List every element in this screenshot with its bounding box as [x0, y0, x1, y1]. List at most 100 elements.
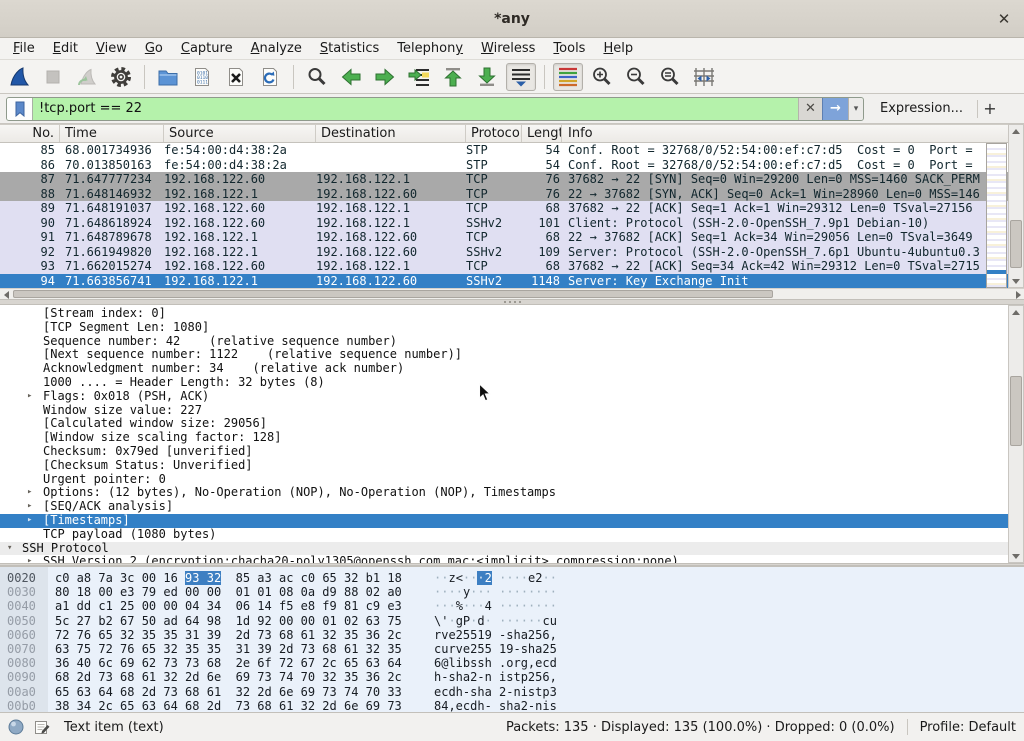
go-first-packet-button[interactable] — [438, 63, 468, 91]
scroll-left-icon[interactable] — [0, 289, 12, 299]
restart-capture-button[interactable] — [72, 63, 102, 91]
scroll-up-icon[interactable] — [1009, 306, 1023, 318]
packet-list-minimap[interactable] — [986, 143, 1007, 288]
zoom-out-button[interactable] — [621, 63, 651, 91]
detail-line[interactable]: 1000 .... = Header Length: 32 bytes (8) — [0, 376, 1024, 390]
column-header-source[interactable]: Source — [164, 125, 316, 142]
packet-row-91[interactable]: 9171.648789678192.168.122.1192.168.122.6… — [0, 230, 1024, 245]
detail-line[interactable]: [Window size scaling factor: 128] — [0, 431, 1024, 445]
hex-row-0030[interactable]: 003080 18 00 e3 79 ed 00 00 01 01 08 0a … — [0, 585, 1024, 599]
capture-file-properties-icon[interactable] — [8, 719, 24, 735]
hex-row-0040[interactable]: 0040a1 dd c1 25 00 00 04 34 06 14 f5 e8 … — [0, 599, 1024, 613]
hex-row-0070[interactable]: 007063 75 72 76 65 32 35 35 31 39 2d 73 … — [0, 642, 1024, 656]
detail-line[interactable]: [Stream index: 0] — [0, 307, 1024, 321]
detail-line[interactable]: ▸[Timestamps] — [0, 514, 1024, 528]
go-to-packet-button[interactable] — [404, 63, 434, 91]
colorize-button[interactable] — [553, 63, 583, 91]
detail-line[interactable]: ▾SSH Protocol — [0, 542, 1024, 556]
menu-statistics[interactable]: Statistics — [311, 39, 388, 58]
display-filter-input[interactable] — [33, 98, 798, 120]
column-header-length[interactable]: Length — [522, 125, 562, 142]
filter-bookmark-button[interactable] — [7, 98, 33, 120]
save-file-button[interactable]: 010101100111 — [187, 63, 217, 91]
packet-row-93[interactable]: 9371.662015274192.168.122.60192.168.122.… — [0, 259, 1024, 274]
menu-analyze[interactable]: Analyze — [242, 39, 311, 58]
collapsed-arrow-icon[interactable]: ▸ — [27, 555, 32, 563]
stop-capture-button[interactable] — [38, 63, 68, 91]
detail-line[interactable]: [Next sequence number: 1122 (relative se… — [0, 348, 1024, 362]
profile-status[interactable]: Profile: Default — [920, 720, 1016, 735]
filter-apply-button[interactable]: → — [822, 98, 848, 120]
detail-line[interactable]: ▸Options: (12 bytes), No-Operation (NOP)… — [0, 486, 1024, 500]
collapsed-arrow-icon[interactable]: ▸ — [27, 486, 32, 500]
scroll-up-icon[interactable] — [1009, 125, 1023, 137]
menu-tools[interactable]: Tools — [544, 39, 594, 58]
capture-comment-icon[interactable] — [34, 719, 50, 735]
collapsed-arrow-icon[interactable]: ▸ — [27, 514, 32, 528]
menu-file[interactable]: File — [4, 39, 44, 58]
start-capture-button[interactable] — [4, 63, 34, 91]
auto-scroll-button[interactable] — [506, 63, 536, 91]
capture-options-button[interactable] — [106, 63, 136, 91]
detail-line[interactable]: ▸SSH Version 2 (encryption:chacha20-poly… — [0, 555, 1024, 563]
detail-line[interactable]: ▸[SEQ/ACK analysis] — [0, 500, 1024, 514]
packet-row-86[interactable]: 8670.013850163fe:54:00:d4:38:2aSTP54Conf… — [0, 158, 1024, 173]
menu-view[interactable]: View — [87, 39, 136, 58]
zoom-in-button[interactable] — [587, 63, 617, 91]
column-header-no[interactable]: No. — [0, 125, 60, 142]
hex-row-00b0[interactable]: 00b038 34 2c 65 63 64 68 2d 73 68 61 32 … — [0, 699, 1024, 712]
go-forward-button[interactable] — [370, 63, 400, 91]
scroll-down-icon[interactable] — [1009, 275, 1023, 287]
hex-row-0060[interactable]: 006072 76 65 32 35 35 31 39 2d 73 68 61 … — [0, 628, 1024, 642]
detail-line[interactable]: TCP payload (1080 bytes) — [0, 528, 1024, 542]
detail-line[interactable]: [Checksum Status: Unverified] — [0, 459, 1024, 473]
column-header-protocol[interactable]: Protocol — [466, 125, 522, 142]
zoom-100-button[interactable] — [655, 63, 685, 91]
detail-line[interactable]: ▸Flags: 0x018 (PSH, ACK) — [0, 390, 1024, 404]
scrollbar-thumb[interactable] — [13, 290, 773, 298]
collapsed-arrow-icon[interactable]: ▸ — [27, 390, 32, 404]
go-last-packet-button[interactable] — [472, 63, 502, 91]
packet-row-88[interactable]: 8871.648146932192.168.122.1192.168.122.6… — [0, 187, 1024, 202]
scrollbar-thumb[interactable] — [1010, 220, 1022, 268]
packet-row-87[interactable]: 8771.647777234192.168.122.60192.168.122.… — [0, 172, 1024, 187]
close-window-button[interactable]: ✕ — [994, 9, 1014, 29]
expression-button[interactable]: Expression... — [880, 101, 963, 116]
packet-list-vertical-scrollbar[interactable] — [1008, 124, 1024, 288]
packet-list-horizontal-scrollbar[interactable] — [0, 288, 1024, 299]
filter-clear-button[interactable]: ✕ — [798, 98, 822, 120]
detail-line[interactable]: Checksum: 0x79ed [unverified] — [0, 445, 1024, 459]
packet-row-90[interactable]: 9071.648618924192.168.122.60192.168.122.… — [0, 216, 1024, 231]
detail-line[interactable]: Urgent pointer: 0 — [0, 473, 1024, 487]
hex-row-0080[interactable]: 008036 40 6c 69 62 73 73 68 2e 6f 72 67 … — [0, 656, 1024, 670]
filter-dropdown-button[interactable]: ▾ — [848, 98, 863, 120]
go-back-button[interactable] — [336, 63, 366, 91]
column-header-time[interactable]: Time — [60, 125, 164, 142]
menu-wireless[interactable]: Wireless — [472, 39, 544, 58]
resize-columns-button[interactable] — [689, 63, 719, 91]
column-header-info[interactable]: Info — [562, 125, 1024, 142]
menu-help[interactable]: Help — [594, 39, 642, 58]
open-file-button[interactable] — [153, 63, 183, 91]
details-vertical-scrollbar[interactable] — [1008, 305, 1024, 563]
hex-row-0050[interactable]: 00505c 27 b2 67 50 ad 64 98 1d 92 00 00 … — [0, 614, 1024, 628]
close-file-button[interactable] — [221, 63, 251, 91]
add-filter-button[interactable]: + — [978, 99, 1002, 118]
hex-row-0020[interactable]: 0020c0 a8 7a 3c 00 16 93 32 85 a3 ac c0 … — [0, 571, 1024, 585]
detail-line[interactable]: Acknowledgment number: 34 (relative ack … — [0, 362, 1024, 376]
hex-row-00a0[interactable]: 00a065 63 64 68 2d 73 68 61 32 2d 6e 69 … — [0, 685, 1024, 699]
hex-row-0090[interactable]: 009068 2d 73 68 61 32 2d 6e 69 73 74 70 … — [0, 670, 1024, 684]
menu-telephony[interactable]: Telephony — [388, 39, 472, 58]
menu-edit[interactable]: Edit — [44, 39, 87, 58]
packet-row-89[interactable]: 8971.648191037192.168.122.60192.168.122.… — [0, 201, 1024, 216]
scroll-down-icon[interactable] — [1009, 550, 1023, 562]
detail-line[interactable]: Window size value: 227 — [0, 404, 1024, 418]
reload-file-button[interactable] — [255, 63, 285, 91]
packet-row-94[interactable]: 9471.663856741192.168.122.1192.168.122.6… — [0, 274, 1024, 289]
detail-line[interactable]: [TCP Segment Len: 1080] — [0, 321, 1024, 335]
menu-go[interactable]: Go — [136, 39, 172, 58]
column-header-destination[interactable]: Destination — [316, 125, 466, 142]
collapsed-arrow-icon[interactable]: ▸ — [27, 500, 32, 514]
packet-row-92[interactable]: 9271.661949820192.168.122.1192.168.122.6… — [0, 245, 1024, 260]
menu-capture[interactable]: Capture — [172, 39, 242, 58]
